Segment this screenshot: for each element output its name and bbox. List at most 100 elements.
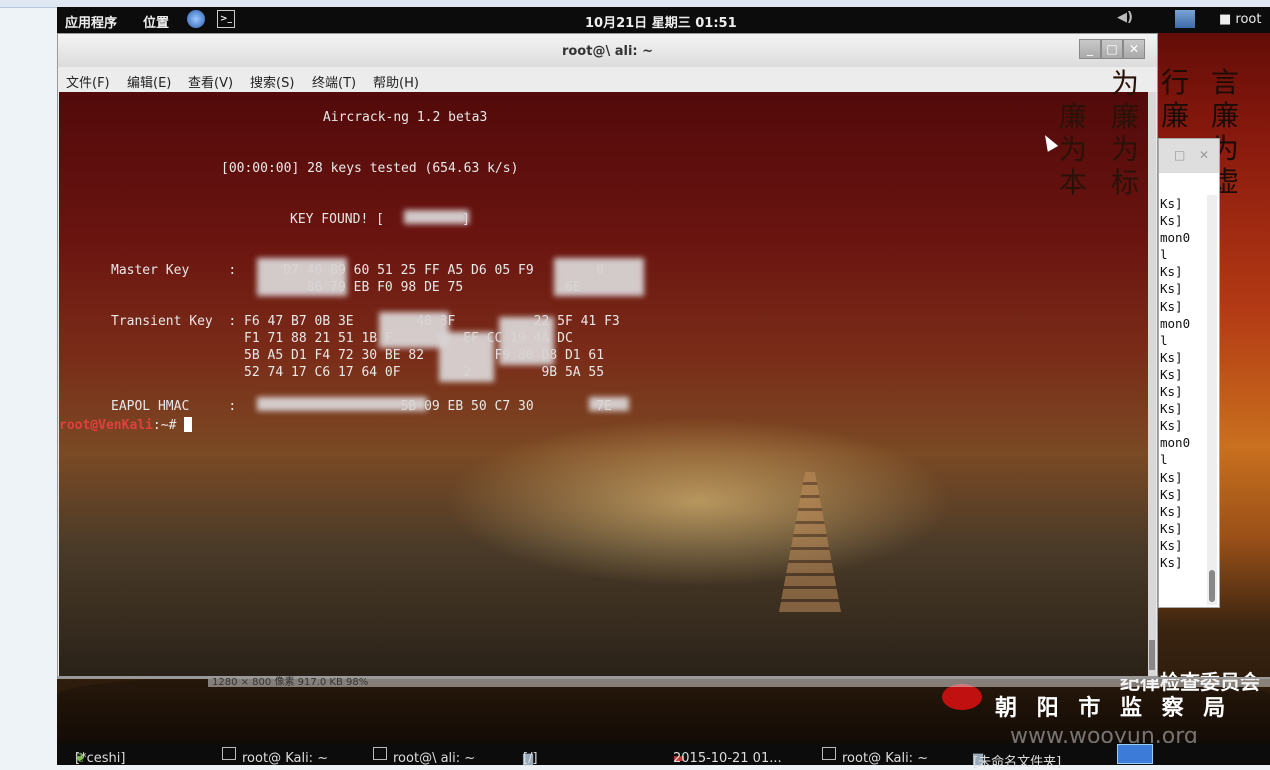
background-terminal-line: Ks] (1160, 281, 1183, 297)
terminal-prompt[interactable]: root@VenKali:~# (59, 417, 193, 433)
redaction-blur (554, 258, 644, 296)
taskbar-label: root@\ ali: ~ (393, 751, 476, 766)
close-icon[interactable]: ✕ (1199, 148, 1209, 162)
terminal-line: Master Key : D7 46 B9 60 51 25 FF A5 D6 … (111, 263, 605, 278)
taskbar-label: [/] (523, 751, 538, 766)
close-button[interactable]: ✕ (1123, 39, 1145, 59)
menu-search[interactable]: 搜索(S) (250, 72, 294, 91)
redaction-blur (439, 332, 494, 382)
background-terminal-line: Ks] (1160, 520, 1183, 536)
wallpaper-char-column: 行 廉 (1160, 66, 1190, 132)
background-terminal-line: l (1160, 452, 1168, 468)
background-terminal-line: Ks] (1160, 418, 1183, 434)
volume-muted-icon[interactable]: ◀) (1117, 10, 1135, 28)
wallpaper-char: 标 (1110, 166, 1139, 199)
minimize-button[interactable]: _ (1079, 39, 1101, 59)
browser-icon[interactable] (187, 10, 205, 28)
terminal-output[interactable]: Aircrack-ng 1.2 beta3 [00:00:00] 28 keys… (59, 92, 1149, 676)
maximize-button[interactable]: □ (1101, 39, 1123, 59)
wallpaper-char: 行 (1160, 66, 1189, 99)
wallpaper-char: 为 (1058, 133, 1087, 166)
workspace-switcher[interactable] (1117, 744, 1153, 764)
prompt-user: root@VenKali (59, 418, 153, 433)
background-terminal-line: Ks] (1160, 401, 1183, 417)
window-title: root@\ ali: ~ (561, 44, 654, 59)
wallpaper-char: 为 (1110, 67, 1139, 100)
wallpaper-char: 为 (1110, 133, 1139, 166)
terminal-icon (373, 747, 387, 760)
background-terminal-line: Ks] (1160, 196, 1183, 211)
wallpaper-char: 廉 (1058, 100, 1087, 133)
terminal-line: Aircrack-ng 1.2 beta3 (229, 110, 488, 125)
background-terminal-line: l (1160, 247, 1168, 263)
menu-terminal[interactable]: 终端(T) (312, 72, 356, 91)
terminal-scrollbar[interactable] (1148, 92, 1156, 676)
background-terminal-line: Ks] (1160, 469, 1183, 485)
background-terminal-line: Ks] (1160, 384, 1183, 400)
background-terminal-line: l (1160, 332, 1168, 348)
menu-edit[interactable]: 编辑(E) (127, 72, 171, 91)
taskbar-item-terminal-1[interactable]: root@ Kali: ~ (222, 747, 328, 766)
wallpaper-char: 廉 (1210, 99, 1239, 132)
applications-menu[interactable]: 应用程序 (65, 12, 117, 31)
background-terminal-window[interactable]: □ ✕ Ks] Ks] mon0 l Ks] Ks] Ks] mon0 l Ks] Ks] Ks] Ks… (1158, 138, 1220, 608)
terminal-scrollbar-thumb[interactable] (1149, 640, 1155, 670)
background-terminal-line: Ks] (1160, 537, 1183, 553)
wallpaper-char: 本 (1058, 166, 1087, 199)
terminal-window[interactable]: root@\ ali: ~ _ □ ✕ 文件(F) 编辑(E) 查看(V) 搜索… (57, 33, 1158, 677)
wallpaper-char-column: 廉 为 本 (1058, 100, 1088, 199)
redaction-blur (404, 210, 469, 224)
taskbar-label: 2015-10-21 01... (673, 751, 782, 766)
background-terminal-line: Ks] (1160, 554, 1183, 570)
wallpaper-char-column: 为 廉 为 标 (1110, 67, 1140, 199)
terminal-line: 52 74 17 C6 17 64 0F 2 9B 5A 55 (111, 365, 605, 380)
prompt-suffix: :~# (152, 418, 177, 433)
background-terminal-line: Ks] (1160, 298, 1183, 314)
network-icon[interactable] (1175, 10, 1195, 28)
menu-help[interactable]: 帮助(H) (373, 72, 419, 91)
wallpaper-banner-bottom: 朝 阳 市 监 察 局 (995, 695, 1232, 721)
background-window-titlebar[interactable]: □ ✕ (1159, 139, 1219, 173)
wallpaper-char: 廉 (1160, 99, 1189, 132)
redaction-blur (257, 258, 347, 296)
background-terminal-line: Ks] (1160, 366, 1183, 382)
background-terminal-line: mon0 (1160, 435, 1191, 451)
taskbar-item-terminal-3[interactable]: root@ Kali: ~ (822, 747, 928, 766)
wallpaper-char: 言 (1210, 66, 1239, 99)
cursor (184, 417, 193, 432)
background-scrollbar-thumb[interactable] (1209, 570, 1215, 602)
background-terminal-line: Ks] (1160, 503, 1183, 519)
taskbar-label: [未命名文件夹] (973, 755, 1062, 770)
taskbar: ❦ [*ceshi] root@ Kali: ~ root@\ ali: ~ ▆… (57, 743, 1270, 770)
redaction-blur (589, 397, 629, 411)
places-menu[interactable]: 位置 (143, 12, 169, 31)
terminal-icon (222, 747, 236, 760)
background-terminal-line: mon0 (1160, 315, 1191, 331)
wallpaper-pagoda (779, 472, 841, 612)
taskbar-label: [*ceshi] (75, 751, 126, 766)
terminal-launcher-icon[interactable]: >_ (217, 10, 235, 28)
maximize-icon[interactable]: □ (1174, 148, 1185, 162)
background-scrollbar[interactable] (1207, 195, 1217, 605)
background-terminal-line: Ks] (1160, 264, 1183, 280)
user-name: root (1235, 12, 1262, 27)
taskbar-label: root@ Kali: ~ (842, 751, 929, 766)
background-terminal-output: Ks] Ks] mon0 l Ks] Ks] Ks] mon0 l Ks] Ks] Ks] Ks] Ks]… (1159, 195, 1205, 571)
wallpaper-char: 廉 (1110, 100, 1139, 133)
redaction-blur (257, 397, 427, 411)
taskbar-item-terminal-2[interactable]: root@\ ali: ~ (373, 747, 475, 766)
clock[interactable]: 10月21日 星期三 01:51 (585, 12, 737, 31)
menu-view[interactable]: 查看(V) (188, 72, 233, 91)
redaction-blur (499, 317, 554, 365)
emblem-icon (942, 684, 982, 710)
image-info: 1280 × 800 像素 917.0 KB 98% (212, 677, 369, 688)
taskbar-label: root@ Kali: ~ (242, 751, 329, 766)
menu-file[interactable]: 文件(F) (66, 72, 110, 91)
terminal-titlebar[interactable]: root@\ ali: ~ _ □ ✕ (58, 34, 1157, 67)
background-terminal-line: Ks] (1160, 486, 1183, 502)
user-menu[interactable]: ■ root (1219, 12, 1262, 27)
terminal-icon (822, 747, 836, 760)
image-viewer-statusbar: 1280 × 800 像素 917.0 KB 98% (208, 677, 1270, 688)
terminal-line: [00:00:00] 28 keys tested (654.63 k/s) (221, 161, 519, 176)
top-panel: 应用程序 位置 >_ 10月21日 星期三 01:51 ◀) ■ root (57, 7, 1270, 33)
